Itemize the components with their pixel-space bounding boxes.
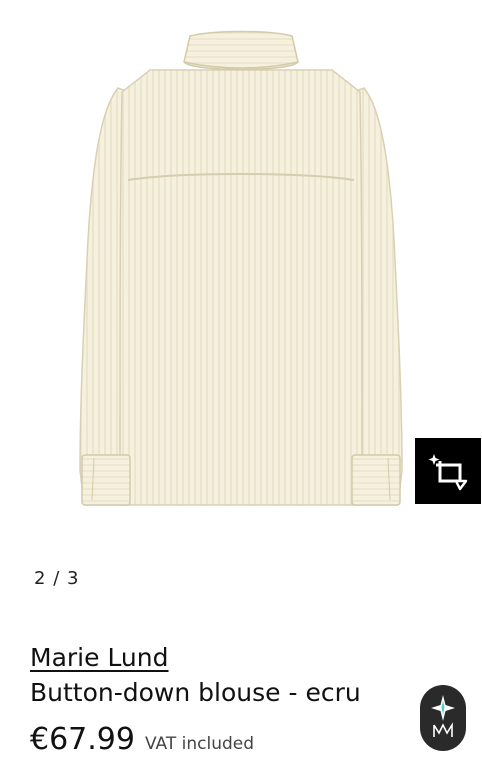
pager-total: 3: [67, 568, 80, 589]
brand-link[interactable]: Marie Lund: [30, 643, 169, 672]
vat-note: VAT included: [144, 734, 255, 754]
price-row: €67.99 VAT included: [30, 722, 254, 757]
product-title: Button-down blouse - ecru: [30, 678, 361, 707]
sparkle-assistant-icon: [426, 691, 460, 745]
image-action-button[interactable]: [415, 438, 481, 504]
product-price: €67.99: [30, 722, 135, 757]
blouse-back-view-image: [79, 30, 403, 506]
image-pager: 2 / 3: [34, 568, 79, 589]
pager-current: 2: [34, 568, 47, 589]
crop-frame-sparkle-icon: [428, 451, 468, 491]
assistant-button[interactable]: [420, 685, 466, 751]
product-image[interactable]: [0, 0, 482, 540]
pager-separator: /: [53, 568, 61, 589]
